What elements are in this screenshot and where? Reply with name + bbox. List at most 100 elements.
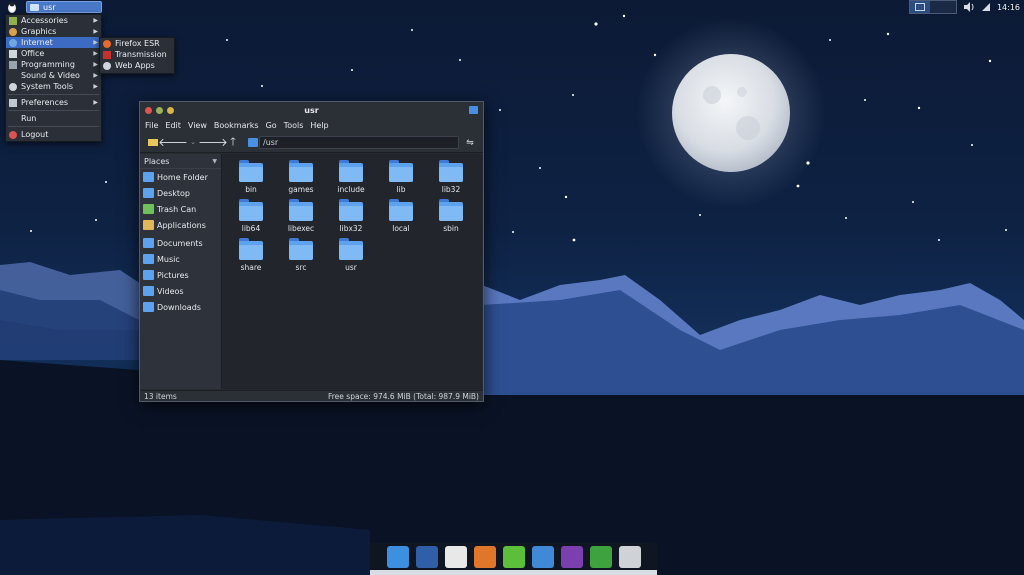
workspace-1[interactable] bbox=[909, 1, 930, 13]
chevron-down-icon: ⌄ bbox=[190, 138, 196, 146]
new-tab-icon bbox=[148, 138, 158, 146]
media-player-icon[interactable] bbox=[560, 545, 583, 568]
home-icon bbox=[248, 137, 258, 147]
sidebar-item-label: Videos bbox=[157, 286, 184, 296]
folder-item[interactable]: src bbox=[276, 238, 326, 277]
window-titlebar[interactable]: usr bbox=[140, 102, 483, 118]
folder-item[interactable]: games bbox=[276, 160, 326, 199]
menu-bookmarks[interactable]: Bookmarks bbox=[214, 121, 259, 130]
forward-button[interactable]: 🡒 bbox=[198, 135, 228, 149]
menu-separator bbox=[8, 110, 99, 111]
sidebar-item-applications[interactable]: Applications bbox=[140, 217, 221, 233]
archive-icon[interactable] bbox=[618, 545, 641, 568]
taskbar-item-usr[interactable]: usr bbox=[26, 1, 102, 13]
menu-item-accessories[interactable]: Accessories ▶ bbox=[6, 15, 101, 26]
chevron-down-icon: ▼ bbox=[212, 157, 217, 165]
folder-label: games bbox=[288, 185, 314, 194]
folder-label: lib64 bbox=[241, 224, 261, 233]
software-manager-icon[interactable] bbox=[444, 545, 467, 568]
calculator-icon[interactable] bbox=[415, 545, 438, 568]
menu-view[interactable]: View bbox=[188, 121, 207, 130]
folder-icon bbox=[389, 199, 413, 221]
presentation-icon[interactable] bbox=[473, 545, 496, 568]
folder-label: libexec bbox=[287, 224, 315, 233]
sidebar-item-pictures[interactable]: Pictures bbox=[140, 267, 221, 283]
menu-item-internet[interactable]: Internet ▶ bbox=[6, 37, 101, 48]
folder-item[interactable]: lib32 bbox=[426, 160, 476, 199]
gear-icon bbox=[9, 82, 17, 91]
clock[interactable]: 14:16 bbox=[997, 3, 1020, 12]
menu-edit[interactable]: Edit bbox=[165, 121, 181, 130]
home-button[interactable] bbox=[246, 135, 260, 149]
path-mode-button[interactable]: ⇋ bbox=[463, 136, 477, 150]
menu-item-logout[interactable]: Logout bbox=[6, 129, 101, 140]
location-bar[interactable]: /usr bbox=[259, 136, 459, 149]
menu-item-label: Internet bbox=[21, 38, 53, 47]
sidebar-item-desktop[interactable]: Desktop bbox=[140, 185, 221, 201]
folder-item[interactable]: sbin bbox=[426, 199, 476, 238]
menu-item-preferences[interactable]: Preferences ▶ bbox=[6, 97, 101, 108]
menu-item-system-tools[interactable]: System Tools ▶ bbox=[6, 81, 101, 92]
network-icon[interactable] bbox=[981, 2, 991, 12]
menu-separator bbox=[8, 94, 99, 95]
folder-item[interactable]: include bbox=[326, 160, 376, 199]
menu-item-sound-video[interactable]: Sound & Video ▶ bbox=[6, 70, 101, 81]
sidebar-item-trash[interactable]: Trash Can bbox=[140, 201, 221, 217]
submenu-item-transmission[interactable]: Transmission bbox=[100, 49, 174, 60]
writer-icon[interactable] bbox=[531, 545, 554, 568]
folder-grid: bin games include lib lib32 lib64 libexec libx3… bbox=[226, 160, 476, 277]
places-header[interactable]: Places ▼ bbox=[140, 154, 221, 169]
item-count: 13 items bbox=[144, 391, 177, 401]
menu-item-label: Office bbox=[21, 49, 45, 58]
sidebar-item-documents[interactable]: Documents bbox=[140, 235, 221, 251]
chevron-right-icon: ▶ bbox=[93, 28, 98, 35]
folder-label: libx32 bbox=[339, 224, 363, 233]
office-icon bbox=[9, 49, 17, 58]
submenu-item-web-apps[interactable]: Web Apps bbox=[100, 60, 174, 71]
back-button[interactable]: 🡐 bbox=[158, 135, 188, 149]
menu-item-run[interactable]: Run bbox=[6, 113, 101, 124]
firefox-icon bbox=[103, 39, 111, 48]
reload-icon: ⇋ bbox=[466, 138, 474, 148]
folder-item[interactable]: libexec bbox=[276, 199, 326, 238]
menu-item-office[interactable]: Office ▶ bbox=[6, 48, 101, 59]
folder-icon bbox=[439, 199, 463, 221]
sidebar-item-videos[interactable]: Videos bbox=[140, 283, 221, 299]
folder-item[interactable]: bin bbox=[226, 160, 276, 199]
trash-icon bbox=[143, 204, 154, 214]
menu-tools[interactable]: Tools bbox=[284, 121, 304, 130]
workspace-switcher[interactable] bbox=[908, 0, 957, 14]
submenu-item-firefox[interactable]: Firefox ESR bbox=[100, 38, 174, 49]
menu-item-graphics[interactable]: Graphics ▶ bbox=[6, 26, 101, 37]
spreadsheet-icon[interactable] bbox=[589, 545, 612, 568]
file-manager-icon[interactable] bbox=[386, 545, 409, 568]
menu-help[interactable]: Help bbox=[310, 121, 328, 130]
folder-item[interactable]: lib bbox=[376, 160, 426, 199]
folder-item[interactable]: libx32 bbox=[326, 199, 376, 238]
menubar: File Edit View Bookmarks Go Tools Help bbox=[140, 118, 483, 132]
up-button[interactable]: 🡑 bbox=[226, 135, 240, 149]
menu-item-label: Sound & Video bbox=[21, 71, 80, 80]
file-manager-window: usr File Edit View Bookmarks Go Tools He… bbox=[139, 101, 484, 402]
folder-label: share bbox=[240, 263, 262, 272]
chevron-right-icon: ▶ bbox=[93, 39, 98, 46]
places-sidebar: Places ▼ Home Folder Desktop Trash Can A… bbox=[140, 154, 222, 389]
sidebar-item-music[interactable]: Music bbox=[140, 251, 221, 267]
applications-menu-button[interactable] bbox=[4, 0, 20, 14]
folder-item[interactable]: share bbox=[226, 238, 276, 277]
desktop-icon bbox=[143, 188, 154, 198]
sidebar-item-home-folder[interactable]: Home Folder bbox=[140, 169, 221, 185]
folder-item[interactable]: local bbox=[376, 199, 426, 238]
programming-icon bbox=[9, 60, 17, 69]
menu-item-programming[interactable]: Programming ▶ bbox=[6, 59, 101, 70]
menu-item-label: System Tools bbox=[21, 82, 74, 91]
volume-icon[interactable] bbox=[963, 2, 975, 12]
leaf-icon[interactable] bbox=[502, 545, 525, 568]
menu-go[interactable]: Go bbox=[266, 121, 277, 130]
menu-file[interactable]: File bbox=[145, 121, 158, 130]
moon bbox=[672, 54, 790, 172]
folder-item[interactable]: lib64 bbox=[226, 199, 276, 238]
folder-item[interactable]: usr bbox=[326, 238, 376, 277]
sidebar-item-downloads[interactable]: Downloads bbox=[140, 299, 221, 315]
window-thumbnail-icon bbox=[914, 3, 925, 11]
